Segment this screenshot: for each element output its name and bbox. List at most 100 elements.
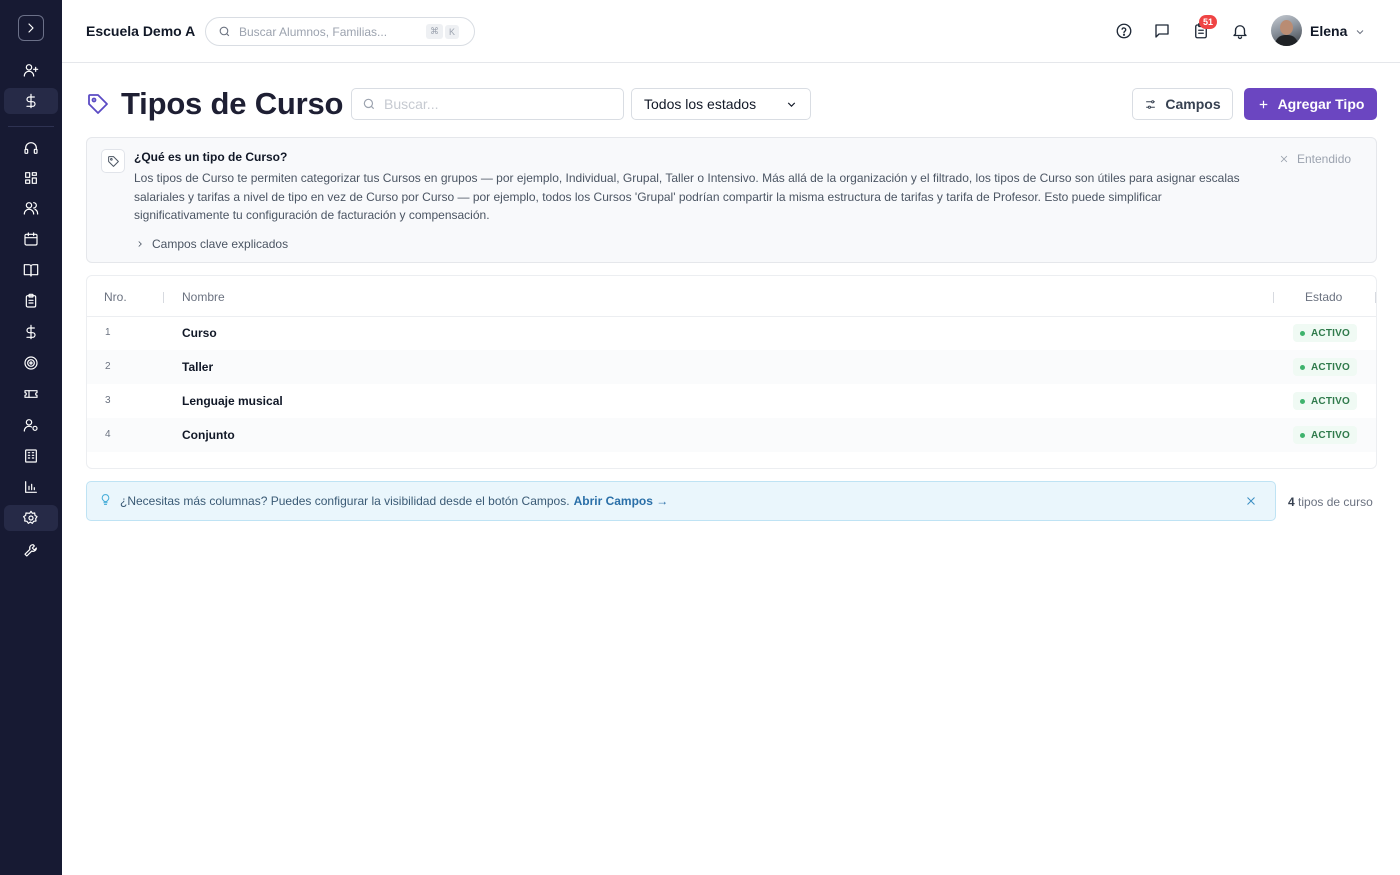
- top-header: Escuela Demo A ⌘ K 51 Elena: [62, 0, 1400, 63]
- help-circle-icon: [1116, 23, 1132, 39]
- wrench-icon: [24, 544, 37, 557]
- record-count-label: tipos de curso: [1298, 495, 1373, 509]
- row-name[interactable]: Lenguaje musical: [182, 394, 283, 408]
- status-dot: [1300, 432, 1305, 438]
- add-type-button-label: Agregar Tipo: [1277, 96, 1365, 112]
- dollar-icon: [26, 93, 36, 109]
- headset-icon: [24, 142, 38, 154]
- open-campos-link[interactable]: Abrir Campos →: [574, 494, 669, 508]
- page-search-input[interactable]: [384, 96, 604, 112]
- column-header-status[interactable]: Estado: [1305, 290, 1342, 304]
- sidebar-item-students[interactable]: [4, 195, 58, 221]
- campos-button[interactable]: Campos: [1132, 88, 1233, 120]
- global-search[interactable]: ⌘ K: [205, 17, 475, 46]
- target-icon: [24, 356, 38, 370]
- info-title: ¿Qué es un tipo de Curso?: [134, 150, 288, 164]
- course-types-table: Nro. Nombre Estado 1 Curso ACTIVO 2 Tall…: [86, 275, 1377, 469]
- column-resize-handle[interactable]: [163, 292, 164, 303]
- column-resize-handle[interactable]: [1273, 292, 1274, 303]
- search-icon: [363, 98, 375, 110]
- status-badge-label: ACTIVO: [1311, 327, 1350, 339]
- sidebar-item-tickets[interactable]: [4, 381, 58, 407]
- sidebar-item-attendance[interactable]: [4, 288, 58, 314]
- chevron-right-icon: [28, 23, 34, 33]
- building-icon: [25, 449, 37, 463]
- status-badge: ACTIVO: [1293, 392, 1357, 410]
- status-badge-label: ACTIVO: [1311, 395, 1350, 407]
- status-badge-label: ACTIVO: [1311, 361, 1350, 373]
- row-number: 3: [105, 395, 111, 406]
- plus-icon: [1259, 100, 1267, 108]
- user-name[interactable]: Elena: [1310, 23, 1347, 39]
- sidebar-item-reports[interactable]: [4, 474, 58, 500]
- users-icon: [23, 202, 39, 215]
- notifications-button[interactable]: [1230, 21, 1250, 41]
- table-row[interactable]: 4 Conjunto ACTIVO: [87, 418, 1376, 452]
- sidebar-item-goals[interactable]: [4, 350, 58, 376]
- sidebar-item-billing[interactable]: [4, 88, 58, 114]
- page-title: Tipos de Curso: [121, 86, 344, 121]
- user-menu-toggle[interactable]: [1354, 25, 1366, 43]
- table-header: Nro. Nombre Estado: [87, 276, 1376, 317]
- campos-button-label: Campos: [1165, 96, 1221, 112]
- sidebar: [0, 0, 62, 875]
- help-button[interactable]: [1114, 21, 1134, 41]
- chevron-down-icon: [787, 101, 796, 107]
- dollar-icon: [26, 324, 36, 340]
- status-dot: [1300, 364, 1305, 370]
- tag-icon: [86, 92, 110, 121]
- page-search[interactable]: [351, 88, 624, 120]
- sidebar-item-settings[interactable]: [4, 505, 58, 531]
- settings-icon: [23, 510, 38, 524]
- chart-icon: [25, 481, 37, 493]
- user-avatar[interactable]: [1271, 15, 1302, 46]
- column-header-number[interactable]: Nro.: [104, 290, 127, 304]
- sidebar-item-tools[interactable]: [4, 537, 58, 563]
- lightbulb-icon: [99, 493, 112, 509]
- ticket-icon: [24, 390, 38, 398]
- sidebar-item-courses[interactable]: [4, 257, 58, 283]
- sidebar-item-locations[interactable]: [4, 443, 58, 469]
- sidebar-item-payments[interactable]: [4, 319, 58, 345]
- sidebar-item-dashboard[interactable]: [4, 165, 58, 191]
- record-count: 4 tipos de curso: [1288, 495, 1373, 509]
- shortcut-key-k: K: [445, 24, 460, 39]
- status-filter-value: Todos los estados: [644, 96, 757, 112]
- status-dot: [1300, 398, 1305, 404]
- messages-button[interactable]: [1152, 21, 1172, 41]
- user-plus-icon: [23, 64, 39, 77]
- table-row[interactable]: 1 Curso ACTIVO: [87, 316, 1376, 350]
- key-fields-expander-label: Campos clave explicados: [152, 237, 289, 251]
- column-header-name[interactable]: Nombre: [182, 290, 225, 304]
- sidebar-divider: [8, 126, 54, 127]
- chevron-right-icon: [138, 241, 142, 247]
- sidebar-item-calendar[interactable]: [4, 226, 58, 252]
- dashboard-icon: [25, 172, 37, 184]
- key-fields-expander[interactable]: Campos clave explicados: [135, 237, 288, 251]
- school-name[interactable]: Escuela Demo A: [86, 23, 195, 39]
- column-resize-handle[interactable]: [1375, 292, 1376, 303]
- info-text: Los tipos de Curso te permiten categoriz…: [134, 171, 1240, 222]
- table-row[interactable]: 3 Lenguaje musical ACTIVO: [87, 384, 1376, 418]
- avatar-body: [1275, 35, 1298, 46]
- tip-text: ¿Necesitas más columnas? Puedes configur…: [120, 494, 570, 508]
- info-dismiss-button[interactable]: Entendido: [1279, 152, 1351, 166]
- status-dot: [1300, 330, 1305, 336]
- add-type-button[interactable]: Agregar Tipo: [1244, 88, 1377, 120]
- sidebar-item-staff[interactable]: [4, 412, 58, 438]
- status-filter-select[interactable]: Todos los estados: [631, 88, 811, 120]
- sidebar-item-support[interactable]: [4, 135, 58, 161]
- sidebar-toggle-button[interactable]: [18, 15, 44, 41]
- info-panel: ¿Qué es un tipo de Curso? Los tipos de C…: [86, 137, 1377, 263]
- global-search-input[interactable]: [239, 24, 424, 39]
- row-name[interactable]: Conjunto: [182, 428, 235, 442]
- row-name[interactable]: Curso: [182, 326, 217, 340]
- search-icon: [219, 26, 230, 37]
- columns-tip-banner: ¿Necesitas más columnas? Puedes configur…: [86, 481, 1276, 521]
- sidebar-item-add-student[interactable]: [4, 57, 58, 83]
- tip-close-button[interactable]: [1245, 495, 1257, 510]
- avatar-face: [1280, 20, 1293, 35]
- table-row[interactable]: 2 Taller ACTIVO: [87, 350, 1376, 384]
- row-number: 1: [105, 327, 111, 338]
- row-name[interactable]: Taller: [182, 360, 213, 374]
